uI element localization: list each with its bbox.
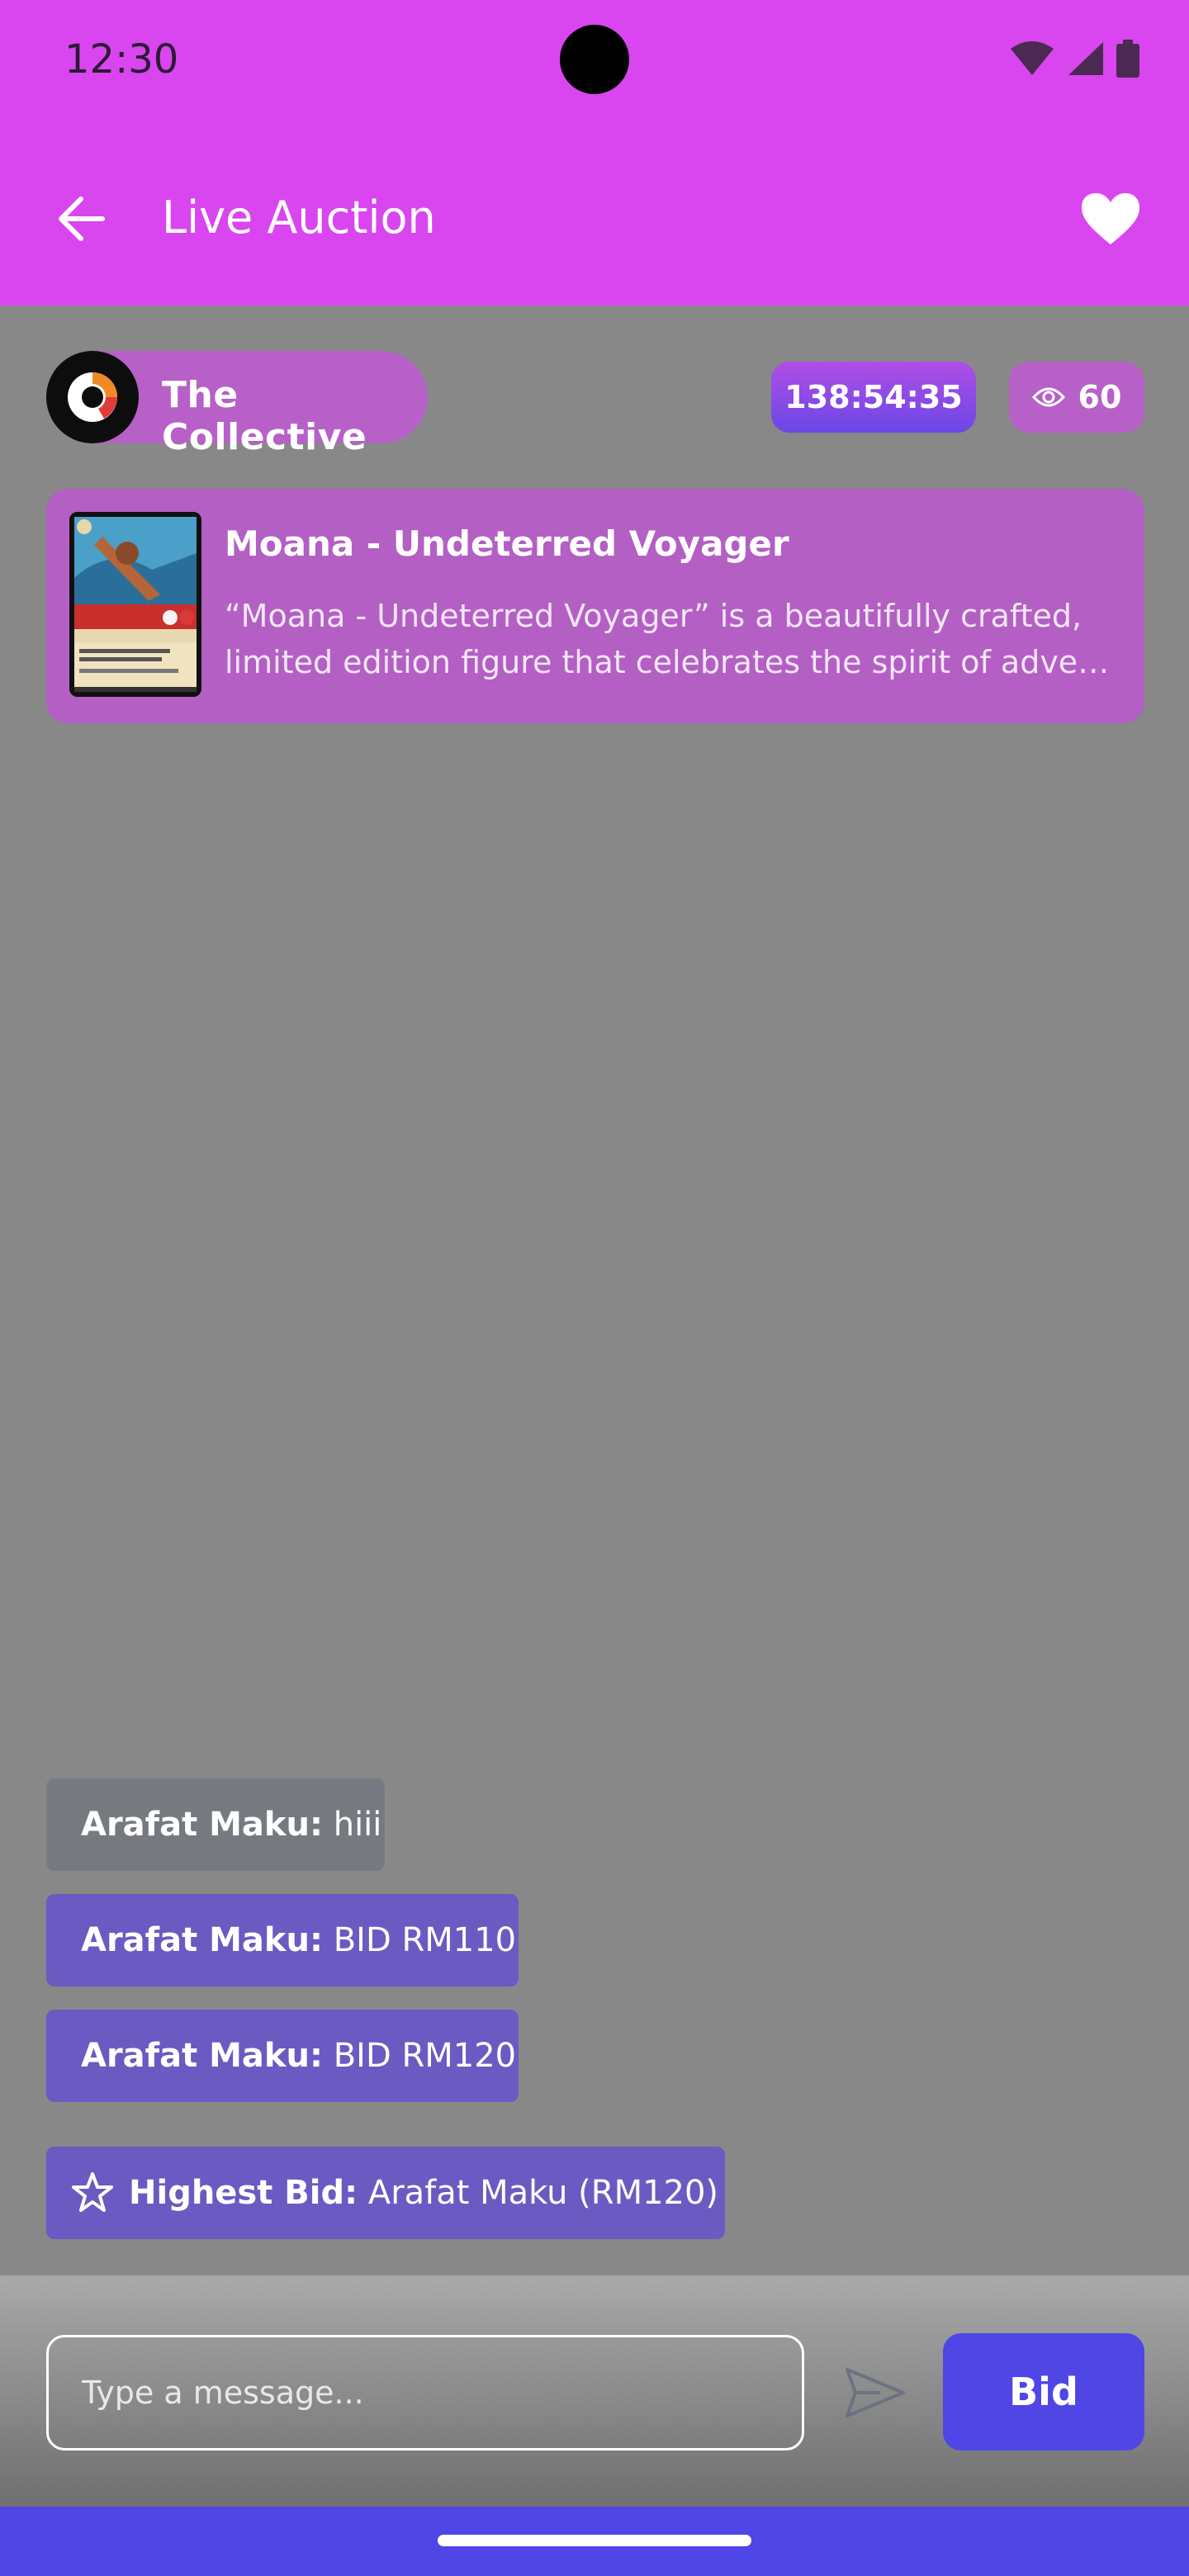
heart-icon: [1082, 193, 1139, 244]
send-icon: [846, 2368, 905, 2417]
countdown-timer: 138:54:35: [771, 362, 976, 433]
highest-bid-banner: Highest Bid: Arafat Maku (RM120): [46, 2147, 725, 2239]
chat-message-text: BID RM120: [333, 2037, 517, 2075]
camera-cutout: [560, 25, 629, 94]
product-description-line-1: “Moana - Undeterred Voyager” is a beauti…: [225, 598, 1082, 634]
product-title: Moana - Undeterred Voyager: [225, 523, 789, 564]
wifi-icon: [1011, 41, 1054, 75]
product-description: “Moana - Undeterred Voyager” is a beauti…: [225, 593, 1125, 685]
chat-message-user: Arafat Maku:: [81, 2037, 323, 2075]
chat-message: Arafat Maku: BID RM110: [46, 1894, 519, 1986]
viewer-count-badge: 60: [1009, 362, 1144, 433]
status-bar: 12:30: [0, 0, 1189, 119]
battery-icon: [1116, 40, 1139, 78]
chat-message-user: Arafat Maku:: [81, 1921, 323, 1959]
seller-logo-icon: [68, 372, 117, 422]
chat-message-text: hiii: [333, 1806, 382, 1844]
chat-message-text: BID RM110: [333, 1921, 517, 1959]
status-time: 12:30: [64, 36, 179, 83]
system-nav-bar: [0, 2507, 1189, 2576]
status-icons: [1009, 40, 1139, 78]
star-icon: [72, 2172, 113, 2212]
chat-message: Arafat Maku: hiii: [46, 1778, 385, 1871]
viewer-count: 60: [1078, 379, 1122, 415]
send-button[interactable]: [836, 2358, 915, 2427]
home-indicator[interactable]: [438, 2535, 751, 2546]
signal-icon: [1068, 42, 1103, 75]
chat-message: Arafat Maku: BID RM120: [46, 2010, 519, 2102]
page-title: Live Auction: [162, 192, 436, 244]
product-card[interactable]: Moana - Undeterred Voyager “Moana - Unde…: [46, 489, 1144, 723]
seller-chip[interactable]: The Collective: [46, 351, 428, 458]
favorite-button[interactable]: [1075, 183, 1146, 254]
message-composer: Bid: [0, 2275, 1189, 2507]
highest-bid-value: Arafat Maku (RM120): [367, 2174, 719, 2212]
chat-message-user: Arafat Maku:: [81, 1806, 323, 1844]
product-description-line-2: limited edition figure that celebrates t…: [225, 644, 1125, 680]
app-bar: Live Auction: [0, 119, 1189, 305]
message-input[interactable]: [46, 2335, 804, 2451]
arrow-back-icon: [59, 197, 105, 241]
product-image: [69, 512, 201, 697]
back-button[interactable]: [46, 184, 116, 253]
bid-button[interactable]: Bid: [943, 2333, 1144, 2451]
highest-bid-label: Highest Bid:: [129, 2174, 358, 2212]
seller-name: The Collective: [162, 374, 367, 458]
seller-avatar: [46, 351, 139, 443]
eye-icon: [1031, 387, 1065, 407]
